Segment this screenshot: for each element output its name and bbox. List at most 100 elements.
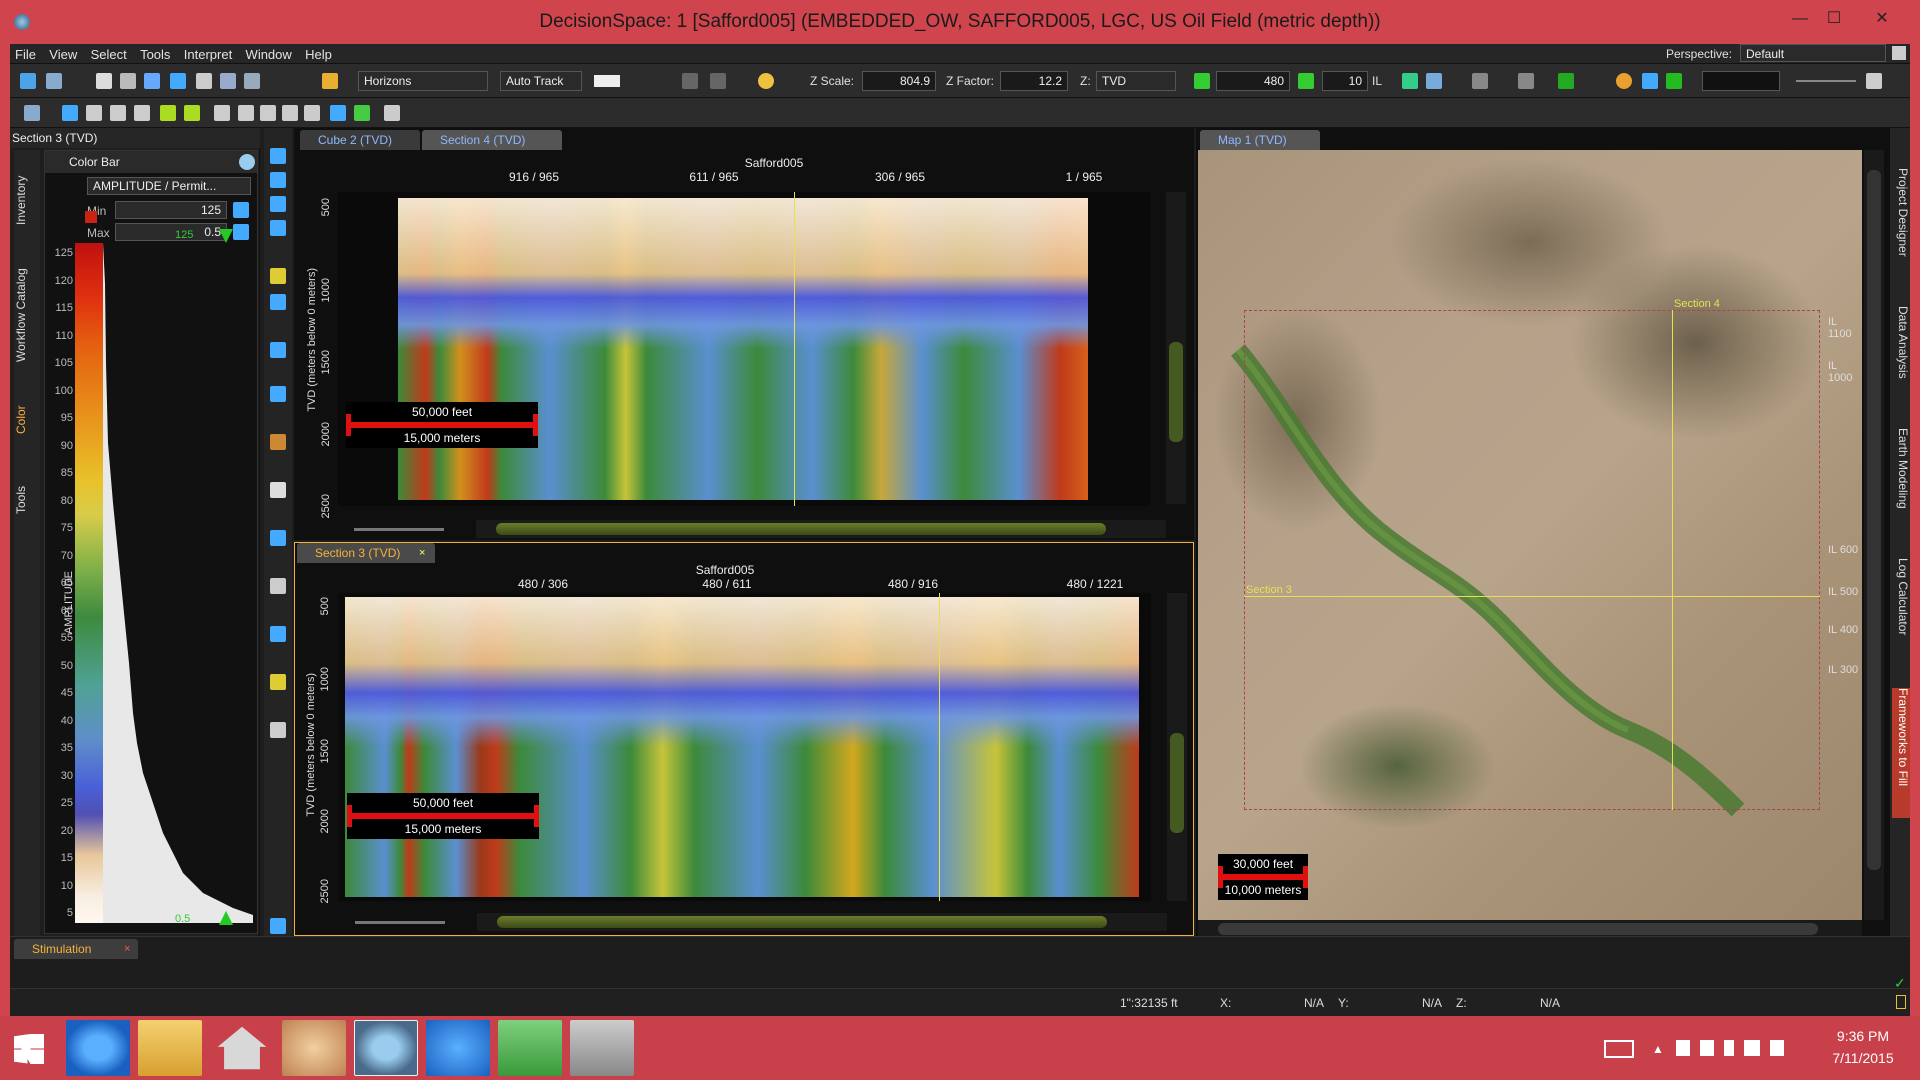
filter-icon[interactable] xyxy=(1426,73,1442,89)
wells-icon[interactable] xyxy=(384,105,400,121)
select-rect-icon[interactable] xyxy=(270,530,286,546)
top-hscroll-thumb[interactable] xyxy=(496,523,1106,535)
tab-workflow-catalog[interactable]: Workflow Catalog xyxy=(14,260,40,370)
windows-tray-icon[interactable] xyxy=(1700,1040,1714,1056)
pencil-icon[interactable] xyxy=(322,73,338,89)
pin-icon[interactable] xyxy=(354,105,370,121)
horizon-pick-icon[interactable] xyxy=(270,434,286,450)
color-bar-bottom-handle-icon[interactable] xyxy=(219,911,233,925)
bottom-vertical-scroll[interactable] xyxy=(1167,593,1187,901)
save-icon[interactable] xyxy=(96,73,112,89)
stimulation-close-icon[interactable]: × xyxy=(124,943,130,955)
measure-icon[interactable] xyxy=(270,626,286,642)
map-vscroll-thumb[interactable] xyxy=(1867,170,1881,870)
menu-help[interactable]: Help xyxy=(300,44,337,65)
menu-window[interactable]: Window xyxy=(241,44,297,65)
max-input[interactable]: 0.5 xyxy=(115,223,227,241)
person-icon[interactable] xyxy=(86,105,102,121)
export-icon[interactable] xyxy=(270,918,286,934)
tab-project-designer[interactable]: Project Designer xyxy=(1892,168,1910,288)
print-icon[interactable] xyxy=(244,73,260,89)
top-vscroll-thumb[interactable] xyxy=(1169,342,1183,442)
copy-icon[interactable] xyxy=(220,73,236,89)
ie-app-icon[interactable] xyxy=(66,1020,130,1076)
annotate-icon[interactable] xyxy=(270,674,286,690)
decisionspace-app-icon[interactable] xyxy=(354,1020,418,1076)
top-zoom-slider[interactable] xyxy=(354,528,444,531)
crosshair-icon[interactable] xyxy=(330,105,346,121)
sun-icon[interactable] xyxy=(758,73,774,89)
close-button[interactable]: ✕ xyxy=(1862,4,1902,34)
menu-select[interactable]: Select xyxy=(86,44,132,65)
attribute-select[interactable]: AMPLITUDE / Permit... xyxy=(87,177,251,195)
tab-data-analysis[interactable]: Data Analysis xyxy=(1892,306,1910,406)
grid-active-icon[interactable] xyxy=(160,105,176,121)
z-domain-select[interactable]: TVD xyxy=(1096,71,1176,91)
top-horizontal-scroll[interactable] xyxy=(476,520,1166,538)
keyboard-icon[interactable] xyxy=(1604,1040,1634,1058)
battery-icon[interactable] xyxy=(1724,1040,1734,1056)
window4-icon[interactable] xyxy=(282,105,298,121)
tab-section-3[interactable]: Section 3 (TVD) xyxy=(297,543,435,563)
map-hscroll-thumb[interactable] xyxy=(1218,923,1818,935)
curve-icon[interactable] xyxy=(1666,73,1682,89)
tab-stimulation[interactable]: Stimulation xyxy=(14,939,138,959)
top-vertical-scroll[interactable] xyxy=(1166,192,1186,504)
tray-up-icon[interactable]: ▲ xyxy=(1652,1042,1664,1056)
map-canvas[interactable]: Section 4 Section 3 IL 1100 IL 1000 IL 6… xyxy=(1198,150,1862,920)
flag-tray-icon[interactable] xyxy=(1676,1040,1690,1056)
status-indicator-icon[interactable] xyxy=(1896,995,1906,1009)
clock-date[interactable]: 7/11/2015 xyxy=(1820,1050,1906,1066)
new-icon[interactable] xyxy=(20,73,36,89)
file-explorer-app-icon[interactable] xyxy=(138,1020,202,1076)
perspective-open-icon[interactable] xyxy=(1892,46,1906,60)
maximize-button[interactable]: ☐ xyxy=(1814,4,1854,34)
z-scale-input[interactable]: 804.9 xyxy=(862,71,936,91)
paint-icon[interactable] xyxy=(270,386,286,402)
menu-interpret[interactable]: Interpret xyxy=(179,44,237,65)
ruler-icon[interactable] xyxy=(170,73,186,89)
grid-icon[interactable] xyxy=(134,105,150,121)
max-reset-icon[interactable] xyxy=(233,224,249,240)
refresh-icon[interactable] xyxy=(270,220,286,236)
list-icon[interactable] xyxy=(110,105,126,121)
move-tool-icon[interactable] xyxy=(270,578,286,594)
layers-icon[interactable] xyxy=(1866,73,1882,89)
lock-icon[interactable] xyxy=(120,73,136,89)
step-back-icon[interactable] xyxy=(1194,73,1210,89)
fault-icon[interactable] xyxy=(270,294,286,310)
perspective-select[interactable]: Default xyxy=(1740,44,1886,62)
calculator-app-icon[interactable] xyxy=(498,1020,562,1076)
tab-log-calculator[interactable]: Log Calculator xyxy=(1892,558,1910,668)
menu-file[interactable]: File xyxy=(10,44,41,65)
table-icon[interactable] xyxy=(24,105,40,121)
pan-icon[interactable] xyxy=(270,172,286,188)
rotate-icon[interactable] xyxy=(270,196,286,212)
undo-icon[interactable] xyxy=(682,73,698,89)
min-input[interactable]: 125 xyxy=(115,201,227,219)
tab-section-3-close-icon[interactable]: × xyxy=(419,547,425,559)
move-icon[interactable] xyxy=(196,73,212,89)
color-bar-top-handle-icon[interactable] xyxy=(219,229,233,243)
clock-time[interactable]: 9:36 PM xyxy=(1820,1028,1906,1044)
color-bar-settings-icon[interactable] xyxy=(239,154,255,170)
window3-icon[interactable] xyxy=(260,105,276,121)
top-section-canvas[interactable]: 50,000 feet 15,000 meters xyxy=(338,192,1150,506)
network-icon[interactable] xyxy=(1744,1040,1760,1056)
tab-color[interactable]: Color xyxy=(14,390,40,450)
horizons-select[interactable]: Horizons xyxy=(358,71,488,91)
step-input[interactable]: 10 xyxy=(1322,71,1368,91)
zoom-icon[interactable] xyxy=(270,148,286,164)
pick-icon[interactable] xyxy=(270,268,286,284)
tab-section-4[interactable]: Section 4 (TVD) xyxy=(422,130,562,150)
bottom-section-canvas[interactable]: 50,000 feet 15,000 meters xyxy=(339,593,1151,901)
tab-inventory[interactable]: Inventory xyxy=(14,160,40,240)
paint-app-icon[interactable] xyxy=(282,1020,346,1076)
menu-view[interactable]: View xyxy=(44,44,82,65)
menu-tools[interactable]: Tools xyxy=(135,44,175,65)
tab-cube-2[interactable]: Cube 2 (TVD) xyxy=(300,130,420,150)
frame-input[interactable]: 480 xyxy=(1216,71,1290,91)
bird-app-icon[interactable] xyxy=(426,1020,490,1076)
tab-frameworks-to-fill[interactable]: Frameworks to Fill xyxy=(1892,688,1910,818)
bottom-hscroll-thumb[interactable] xyxy=(497,916,1107,928)
